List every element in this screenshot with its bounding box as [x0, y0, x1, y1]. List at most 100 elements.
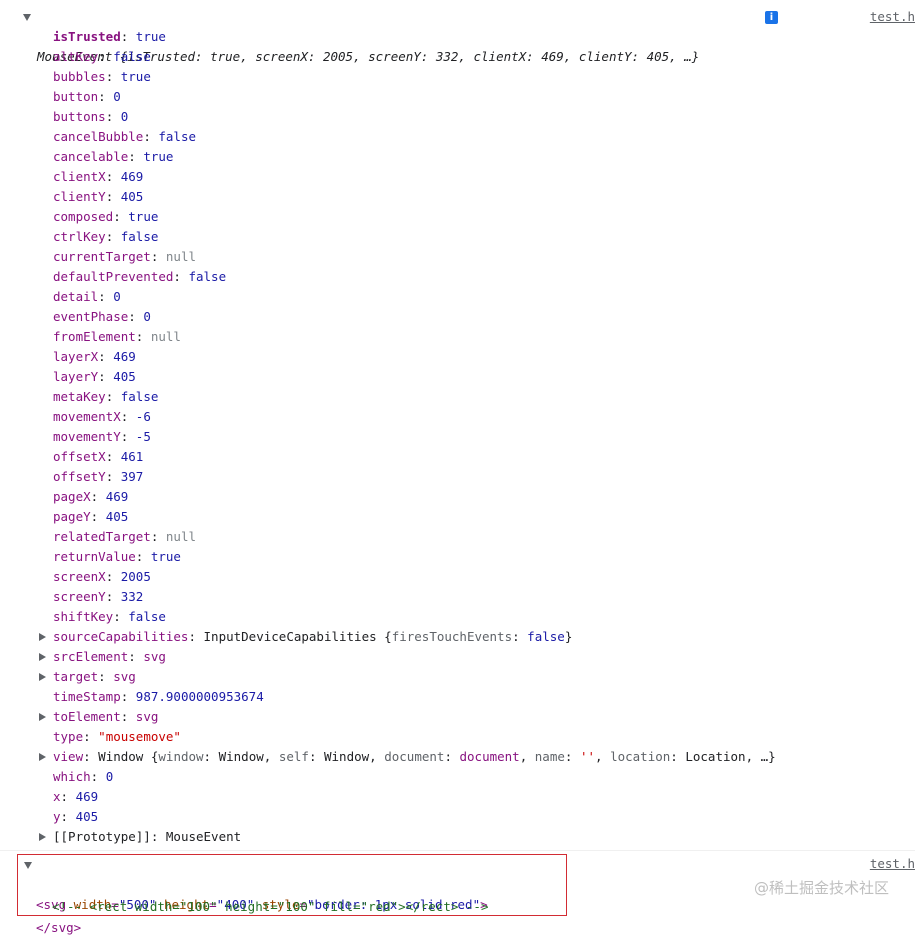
property-value: 469 [113, 349, 136, 364]
property-key: which [53, 769, 91, 784]
property-key: sourceCapabilities [53, 629, 189, 644]
property-key: [[Prototype]] [53, 829, 151, 844]
property-key: isTrusted [53, 29, 121, 44]
property-value: -6 [135, 409, 151, 424]
property-value: MouseEvent [165, 829, 242, 844]
expand-triangle-icon[interactable] [37, 627, 47, 647]
property-value: 0 [113, 89, 121, 104]
key-separator: : [83, 749, 99, 764]
property-value: false [120, 229, 159, 244]
key-separator: : [113, 609, 129, 624]
property-key: offsetY [53, 469, 106, 484]
property-key: screenX [53, 569, 106, 584]
key-separator: : [128, 309, 144, 324]
property-value: false [128, 609, 166, 624]
property-key: currentTarget [53, 249, 151, 264]
key-separator: : [173, 269, 189, 284]
property-key: screenY [53, 589, 106, 604]
property-key: movementX [53, 409, 121, 424]
property-key: shiftKey [53, 609, 114, 624]
property-key: target [53, 669, 99, 684]
key-separator: : [98, 669, 114, 684]
key-separator: : [105, 69, 121, 84]
property-value: svg [135, 709, 159, 724]
property-key: toElement [53, 709, 121, 724]
key-separator: : [105, 109, 121, 124]
source-link[interactable]: test.h [870, 7, 915, 27]
key-separator: : [60, 789, 76, 804]
property-value: true [150, 549, 181, 564]
log-entry-header[interactable]: MouseEvent {isTrusted: true, screenX: 20… [0, 7, 778, 64]
key-separator: : [150, 249, 166, 264]
key-separator: : [98, 349, 114, 364]
property-key: ctrlKey [53, 229, 106, 244]
property-value: 0 [113, 289, 121, 304]
key-separator: : [105, 389, 121, 404]
property-key: clientY [53, 189, 106, 204]
expand-triangle-icon[interactable] [37, 827, 47, 847]
property-value: 332 [120, 589, 144, 604]
key-separator: : [105, 449, 121, 464]
key-separator: : [120, 689, 136, 704]
property-value: 469 [120, 169, 144, 184]
property-key: layerY [53, 369, 99, 384]
property-value: svg [113, 669, 136, 684]
property-key: metaKey [53, 389, 106, 404]
property-value: 0 [143, 309, 151, 324]
property-value: null [165, 529, 197, 544]
watermark: @稀土掘金技术社区 [753, 879, 889, 897]
source-link[interactable]: test.h [870, 854, 915, 874]
property-key: srcElement [53, 649, 129, 664]
property-key: altKey [53, 49, 99, 64]
property-value: false [188, 269, 227, 284]
info-icon[interactable]: i [765, 11, 778, 24]
key-separator: : [98, 369, 114, 384]
key-separator: : [120, 709, 136, 724]
key-separator: : [105, 569, 121, 584]
collapse-triangle-icon[interactable] [23, 7, 33, 27]
key-separator: : [105, 189, 121, 204]
property-value: null [150, 329, 181, 344]
property-key: pageY [53, 509, 91, 524]
key-separator: : [105, 589, 121, 604]
property-value: false [113, 49, 151, 64]
key-separator: : [150, 829, 166, 844]
svg-open-tag-row[interactable]: <svg width="500" height="400" style="bor… [0, 855, 488, 912]
property-value: 469 [105, 489, 129, 504]
property-key: type [53, 729, 84, 744]
property-value: true [128, 209, 159, 224]
key-separator: : [120, 409, 136, 424]
expand-triangle-icon[interactable] [37, 707, 47, 727]
property-key: buttons [53, 109, 106, 124]
key-separator: : [128, 149, 144, 164]
svg-close-tag-row: </svg> [0, 898, 81, 935]
html-comment: <!-- <rect width="100" height="100" fill… [52, 899, 489, 914]
property-value: true [135, 29, 166, 44]
key-separator: : [105, 469, 121, 484]
property-key: composed [53, 209, 114, 224]
property-value: Window {window: Window, self: Window, do… [98, 749, 776, 764]
property-key: clientX [53, 169, 106, 184]
expand-triangle-icon[interactable] [37, 647, 47, 667]
property-key: x [53, 789, 61, 804]
property-value: "mousemove" [98, 729, 181, 744]
property-key: view [53, 749, 84, 764]
collapse-triangle-icon[interactable] [24, 855, 34, 875]
property-key: bubbles [53, 69, 106, 84]
property-key: cancelable [53, 149, 129, 164]
property-value: 0 [120, 109, 129, 124]
expand-triangle-icon[interactable] [37, 667, 47, 687]
key-separator: : [120, 29, 136, 44]
property-key: y [53, 809, 61, 824]
key-separator: : [113, 209, 129, 224]
property-key: layerX [53, 349, 99, 364]
property-key: returnValue [53, 549, 136, 564]
log-divider [0, 850, 915, 851]
key-separator: : [135, 549, 151, 564]
property-value: 405 [113, 369, 136, 384]
property-value: 405 [75, 809, 99, 824]
property-value: null [165, 249, 197, 264]
key-separator: : [188, 629, 204, 644]
property-key: eventPhase [53, 309, 129, 324]
expand-triangle-icon[interactable] [37, 747, 47, 767]
